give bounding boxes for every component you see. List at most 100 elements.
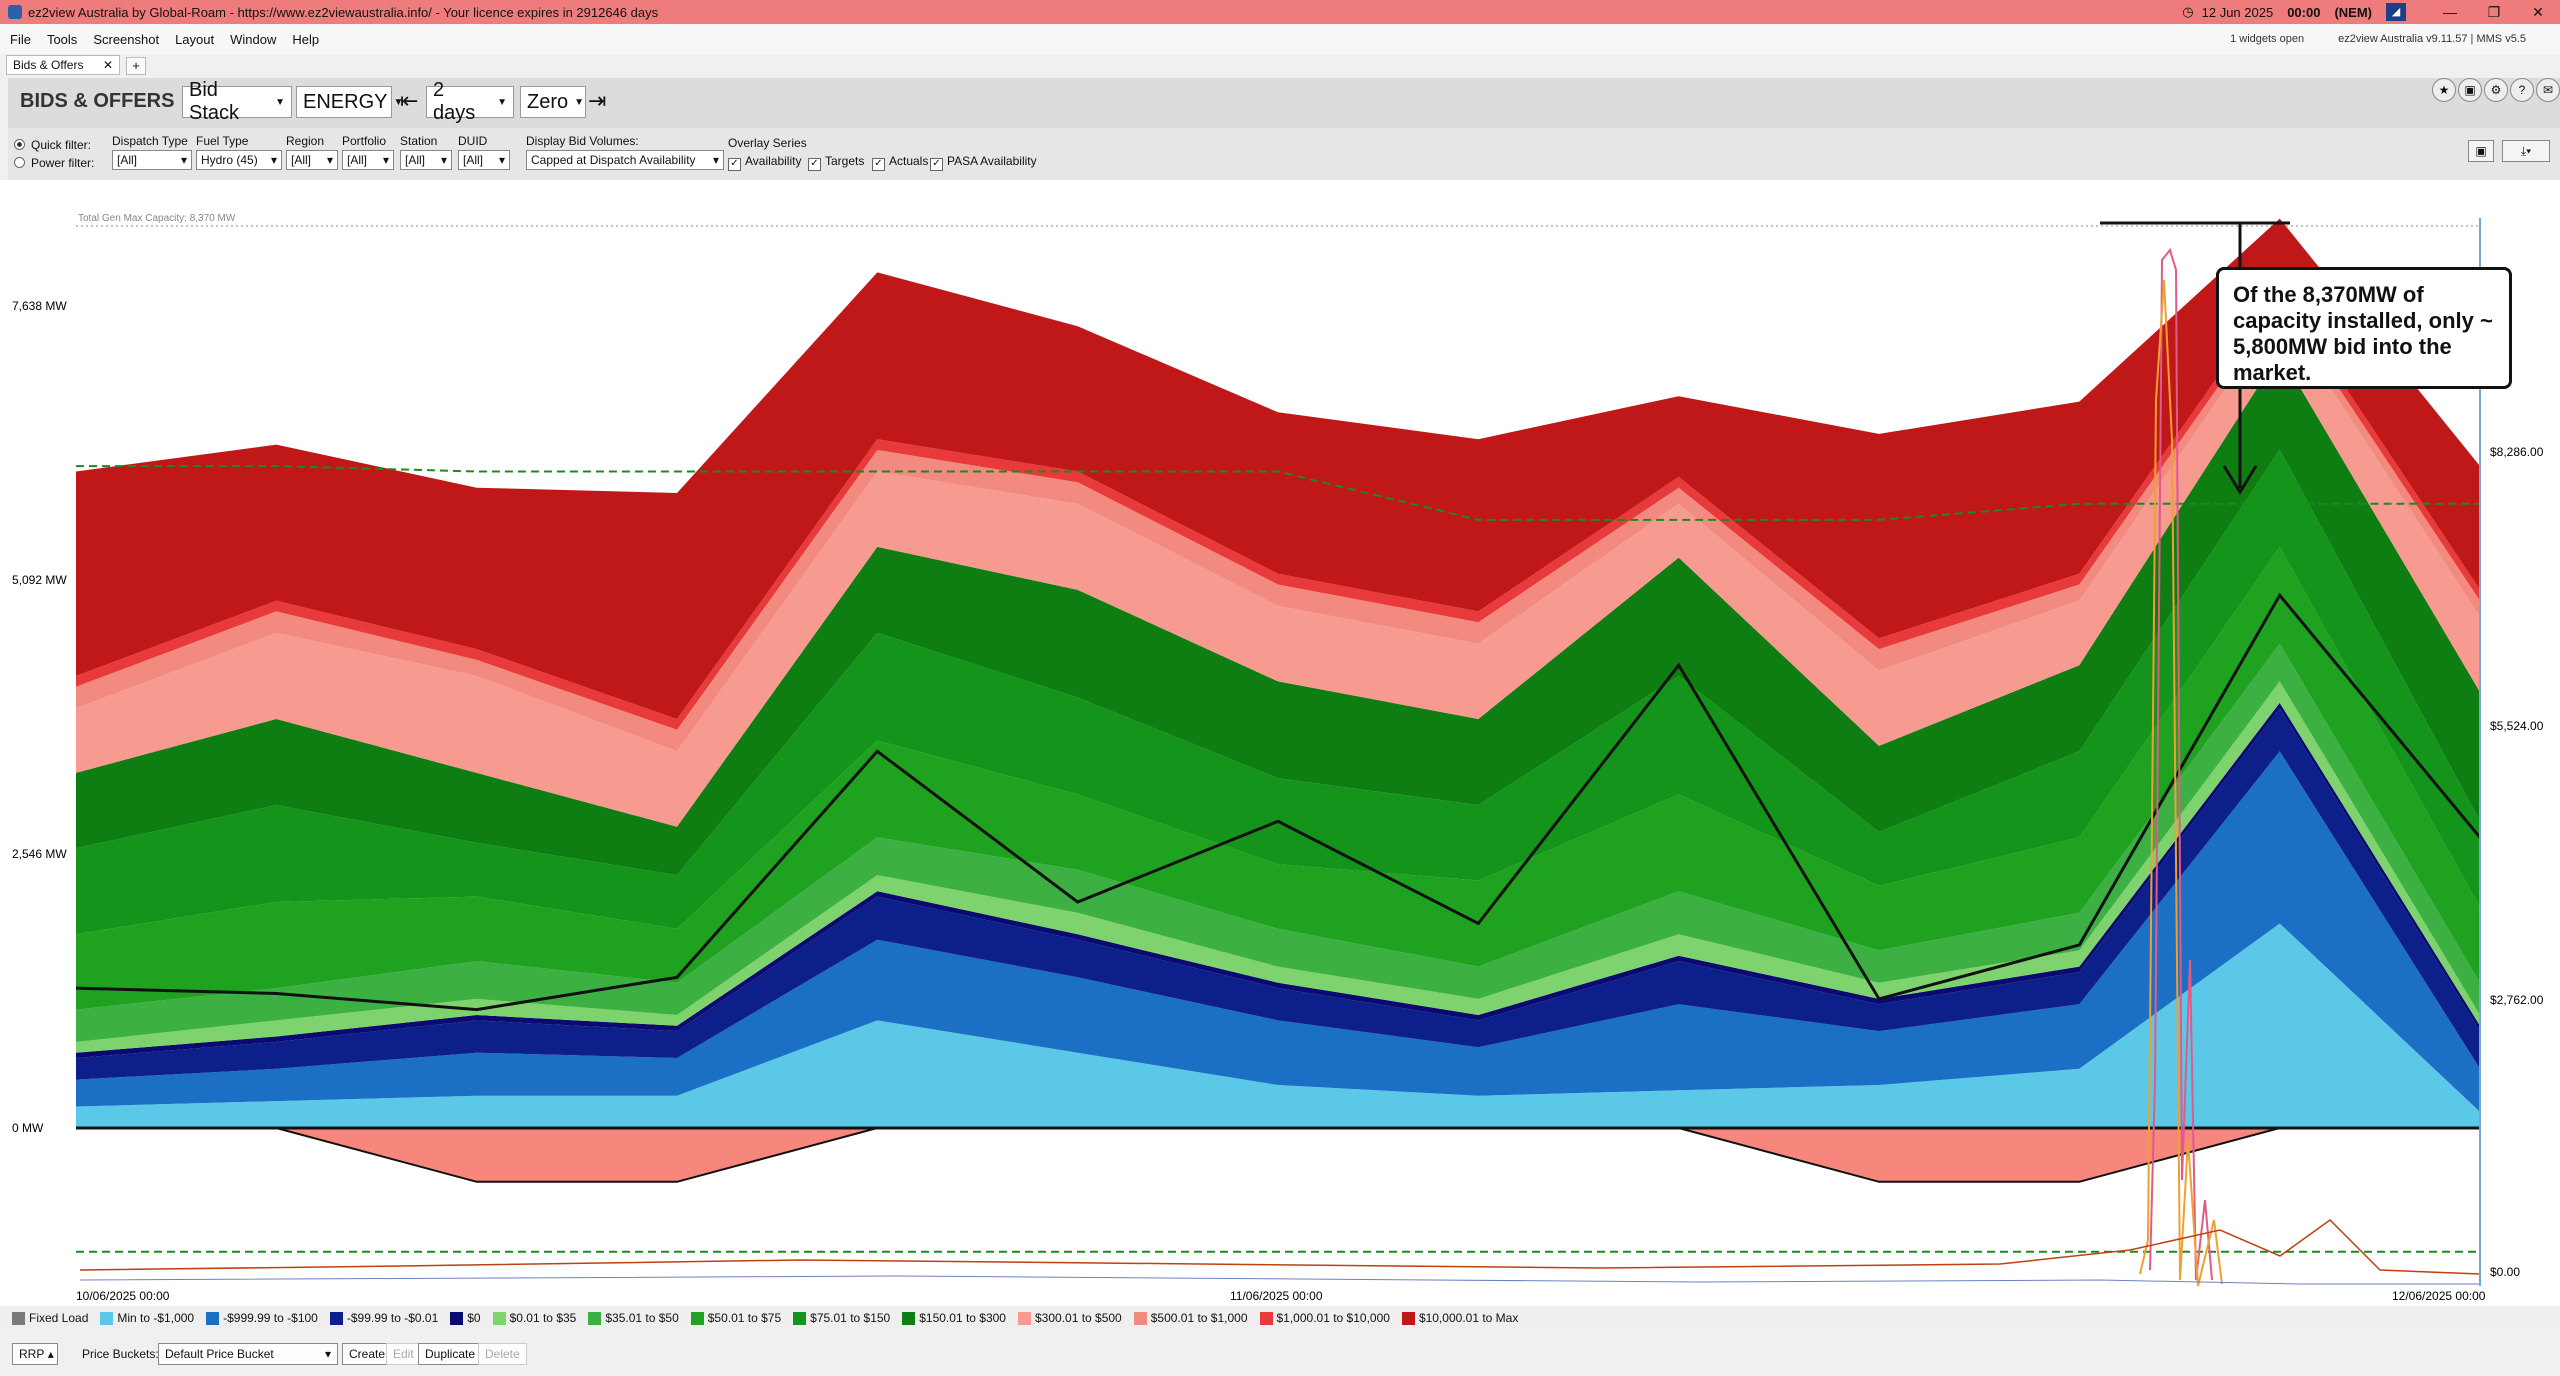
favourite-icon[interactable]: ★ [2432, 78, 2456, 102]
bid-stack-chart[interactable]: Total Gen Max Capacity: 8,370 MW 7,638 M… [0, 180, 2560, 1306]
portfolio-select[interactable]: [All] ▾ [342, 150, 394, 170]
clock-icon: ◷ [2182, 4, 2194, 19]
quick-filter-option[interactable]: Quick filter: [14, 138, 91, 152]
menu-screenshot[interactable]: Screenshot [93, 32, 159, 47]
widgets-open-count: 1 widgets open [2230, 33, 2305, 45]
legend-swatch [902, 1311, 916, 1325]
y-tick-7638: 7,638 MW [12, 299, 67, 313]
step-forward-icon[interactable]: ⇥ [588, 88, 606, 114]
legend-label: -$99.99 to -$0.01 [346, 1311, 439, 1325]
add-tab-button[interactable]: + [126, 57, 146, 75]
minimize-icon[interactable]: — [2428, 4, 2472, 20]
duplicate-button[interactable]: Duplicate [418, 1343, 483, 1365]
fuel-type-select[interactable]: Hydro (45) ▾ [196, 150, 282, 170]
settings-icon[interactable]: ⚙ [2484, 78, 2508, 102]
overlay-actuals-checkbox[interactable]: ✓ Actuals [872, 154, 928, 171]
delete-button[interactable]: Delete [478, 1343, 527, 1365]
check-icon: ✓ [808, 158, 821, 171]
price-bucket-select[interactable]: Default Price Bucket ▾ [158, 1343, 338, 1365]
duid-select[interactable]: [All] ▾ [458, 150, 510, 170]
overlay-availability-checkbox[interactable]: ✓ Availability [728, 154, 801, 171]
market-select[interactable]: ENERGY ▼ [296, 86, 403, 118]
x-tick-10-06: 10/06/2025 00:00 [76, 1289, 170, 1303]
legend-label: $500.01 to $1,000 [1150, 1311, 1248, 1325]
view-select[interactable]: Bid Stack ▼ [182, 79, 292, 124]
legend-item-7[interactable]: $50.01 to $75 [690, 1311, 782, 1325]
baseline-select[interactable]: Zero ▼ [520, 86, 586, 118]
overlay-targets-checkbox[interactable]: ✓ Targets [808, 154, 864, 171]
legend-item-8[interactable]: $75.01 to $150 [793, 1311, 890, 1325]
legend-swatch [450, 1311, 464, 1325]
legend-item-6[interactable]: $35.01 to $50 [588, 1311, 679, 1325]
legend-swatch [100, 1311, 114, 1325]
rrp-select[interactable]: RRP ▴ [12, 1343, 58, 1365]
app-brand-icon[interactable]: ◢ [2386, 3, 2406, 21]
price-tick-2762: $2,762.00 [2490, 993, 2544, 1007]
legend-label: Min to -$1,000 [117, 1311, 195, 1325]
app-icon [8, 5, 22, 19]
export-icon[interactable]: ⤓▾ [2502, 140, 2550, 162]
legend-label: $1,000.01 to $10,000 [1276, 1311, 1390, 1325]
legend-label: $50.01 to $75 [707, 1311, 782, 1325]
legend-item-12[interactable]: $1,000.01 to $10,000 [1259, 1311, 1390, 1325]
legend-item-13[interactable]: $10,000.01 to Max [1401, 1311, 1518, 1325]
legend-label: $0 [467, 1311, 481, 1325]
widget-toolbar: BIDS & OFFERS Bid Stack ▼ ENERGY ▼ ⇤ 2 day… [8, 78, 2560, 128]
legend-swatch [1017, 1311, 1031, 1325]
legend-item-1[interactable]: Min to -$1,000 [100, 1311, 194, 1325]
legend-item-9[interactable]: $150.01 to $300 [902, 1311, 1006, 1325]
chevron-down-icon: ▼ [574, 96, 585, 108]
chevron-up-icon: ▴ [47, 1347, 54, 1361]
time-span-select[interactable]: 2 days ▼ [426, 79, 514, 124]
region-select[interactable]: [All] ▾ [286, 150, 338, 170]
chevron-down-icon: ▾ [440, 153, 447, 167]
help-icon[interactable]: ? [2510, 78, 2534, 102]
menu-file[interactable]: File [10, 32, 31, 47]
close-icon[interactable]: ✕ [2516, 4, 2560, 21]
step-back-icon[interactable]: ⇤ [400, 88, 418, 114]
check-icon: ✓ [728, 158, 741, 171]
dispatch-type-label: Dispatch Type [112, 134, 188, 148]
legend-item-2[interactable]: -$999.99 to -$100 [206, 1311, 318, 1325]
snapshot-icon[interactable]: ▣ [2458, 78, 2482, 102]
overlay-series-label: Overlay Series [728, 136, 807, 150]
menu-layout[interactable]: Layout [175, 32, 214, 47]
y-tick-5092: 5,092 MW [12, 573, 67, 587]
x-tick-12-06: 12/06/2025 00:00 [2392, 1289, 2486, 1303]
legend-item-0[interactable]: Fixed Load [12, 1311, 88, 1325]
chevron-down-icon: ▾ [324, 1347, 331, 1361]
legend-swatch [1401, 1311, 1415, 1325]
radio-icon [14, 157, 25, 168]
create-button[interactable]: Create [342, 1343, 393, 1365]
menu-tools[interactable]: Tools [47, 32, 77, 47]
tab-bids-offers[interactable]: Bids & Offers ✕ [6, 55, 120, 75]
restore-icon[interactable]: ❐ [2472, 4, 2516, 21]
price-buckets-label: Price Buckets: [82, 1347, 159, 1361]
power-filter-option[interactable]: Power filter: [14, 156, 94, 170]
tab-label: Bids & Offers [13, 58, 84, 72]
tab-close-icon[interactable]: ✕ [103, 58, 113, 72]
legend-swatch [793, 1311, 807, 1325]
legend-item-3[interactable]: -$99.99 to -$0.01 [329, 1311, 439, 1325]
legend-item-5[interactable]: $0.01 to $35 [492, 1311, 577, 1325]
menu-help[interactable]: Help [292, 32, 319, 47]
legend-label: $0.01 to $35 [509, 1311, 577, 1325]
overlay-pasa-checkbox[interactable]: ✓ PASA Availability [930, 154, 1037, 171]
legend-label: $35.01 to $50 [605, 1311, 679, 1325]
y-tick-0: 0 MW [12, 1121, 44, 1135]
current-date: 12 Jun 2025 [2201, 4, 2274, 20]
legend-item-11[interactable]: $500.01 to $1,000 [1133, 1311, 1248, 1325]
edit-button[interactable]: Edit [386, 1343, 421, 1365]
camera-icon[interactable]: ▣ [2468, 140, 2494, 162]
station-select[interactable]: [All] ▾ [400, 150, 452, 170]
legend-swatch [329, 1311, 343, 1325]
legend-swatch [1259, 1311, 1273, 1325]
legend-label: $75.01 to $150 [810, 1311, 891, 1325]
dispatch-type-select[interactable]: [All] ▾ [112, 150, 192, 170]
menu-window[interactable]: Window [230, 32, 276, 47]
legend-item-4[interactable]: $0 [450, 1311, 481, 1325]
comment-icon[interactable]: ✉ [2536, 78, 2560, 102]
legend-item-10[interactable]: $300.01 to $500 [1017, 1311, 1122, 1325]
widget-title: BIDS & OFFERS [20, 90, 175, 112]
display-bid-volumes-select[interactable]: Capped at Dispatch Availability ▾ [526, 150, 724, 170]
